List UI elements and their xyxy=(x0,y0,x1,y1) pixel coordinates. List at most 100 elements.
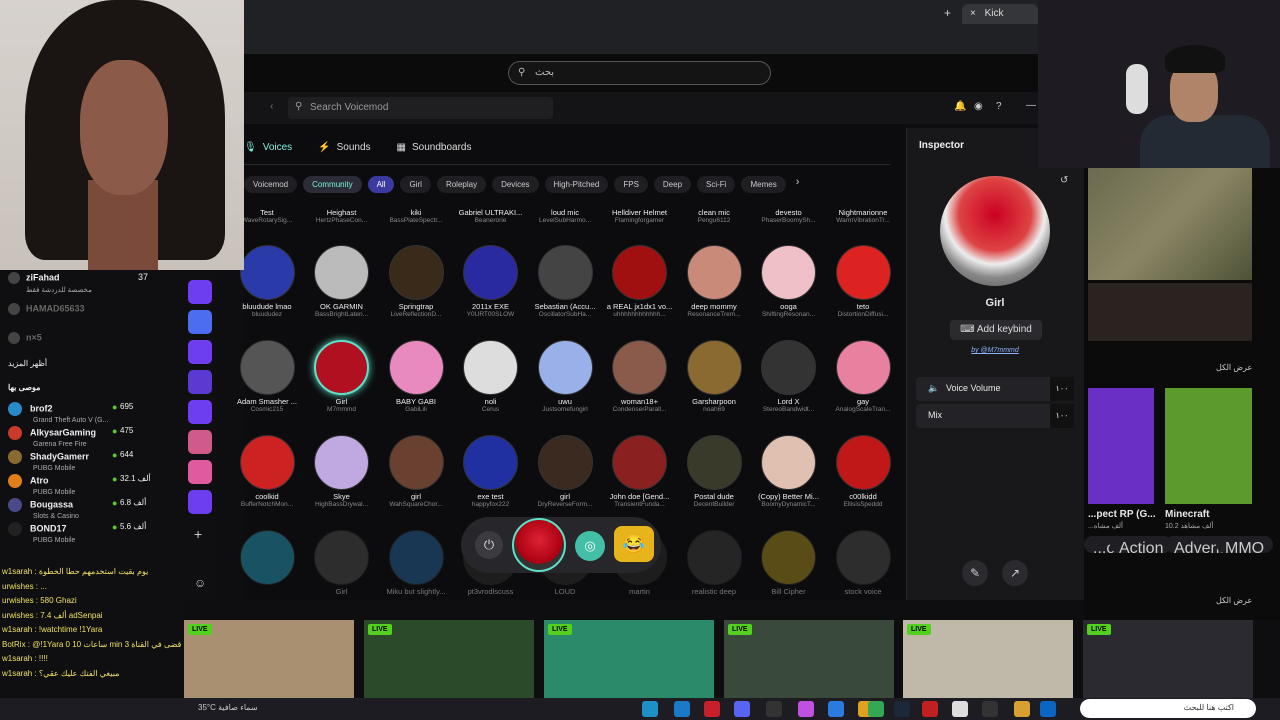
top-user-row[interactable]: n×5 xyxy=(8,332,42,344)
voice-card[interactable]: devesto PhaserBoomySh... xyxy=(752,208,826,224)
chevron-right-icon[interactable]: › xyxy=(792,176,800,194)
browser-tab-kick[interactable]: × Kick xyxy=(962,4,1038,24)
voice-card[interactable] xyxy=(230,530,304,587)
voice-card[interactable]: c00lkidd EllisisSpeddd xyxy=(826,435,900,508)
voice-card[interactable]: (Copy) Better Mi... BoomyDynamicT... xyxy=(752,435,826,508)
voice-card[interactable]: Girl M7mmmd xyxy=(305,340,379,413)
voice-card[interactable]: woman18+ CondenserParall... xyxy=(603,340,677,413)
voice-card[interactable]: Springtrap LiveReflectionD... xyxy=(379,245,453,318)
tab-soundboards[interactable]: ▦ Soundboards xyxy=(397,136,472,158)
voice-card[interactable]: 2011x EXE Y0URT00SLOW xyxy=(454,245,528,318)
followed-channel-icon[interactable] xyxy=(188,460,212,484)
filter-memes[interactable]: Memes xyxy=(741,176,786,193)
selected-voice-avatar[interactable] xyxy=(512,518,566,572)
voice-card[interactable]: teto DistortionDiffusi... xyxy=(826,245,900,318)
followed-channel-icon[interactable] xyxy=(188,490,212,514)
category-card-gta[interactable] xyxy=(1088,388,1154,504)
new-tab-button[interactable]: + xyxy=(944,6,951,20)
voice-card[interactable]: stock voice xyxy=(826,530,900,596)
tag-chip[interactable]: Action xyxy=(1110,536,1173,557)
voice-card[interactable]: Adam Smasher ... Cosmic215 xyxy=(230,340,304,413)
taskbar-app-icon[interactable] xyxy=(734,701,750,717)
voice-card[interactable]: uwu Justsomefungirl xyxy=(528,340,602,413)
voice-card[interactable]: deep mommy ResonanceTrem... xyxy=(677,245,751,318)
voice-card[interactable]: gay AnalogScaleTran... xyxy=(826,340,900,413)
live-stream-thumb[interactable]: LIVE xyxy=(903,620,1073,698)
taskbar-app-icon[interactable] xyxy=(828,701,844,717)
taskbar-app-icon[interactable] xyxy=(798,701,814,717)
filter-girl[interactable]: Girl xyxy=(400,176,431,193)
filter-all[interactable]: All xyxy=(367,176,395,193)
profile-icon[interactable]: ☺ xyxy=(194,576,206,590)
live-stream-thumb[interactable]: LIVE xyxy=(1083,620,1253,698)
voice-card[interactable]: coolkid BufferNotchMon... xyxy=(230,435,304,508)
filter-deep[interactable]: Deep xyxy=(653,176,692,193)
taskbar-app-icon[interactable] xyxy=(952,701,968,717)
live-stream-thumb[interactable]: LIVE xyxy=(364,620,534,698)
voice-card[interactable]: Nightmarionne WarmVibrationTr... xyxy=(826,208,900,224)
weather-widget[interactable]: 35°C سماء صافية xyxy=(198,703,258,712)
tab-close-icon[interactable]: × xyxy=(970,8,976,19)
followed-channel-icon[interactable] xyxy=(188,340,212,364)
help-icon[interactable]: ? xyxy=(996,101,1002,112)
taskbar-app-icon[interactable] xyxy=(1014,701,1030,717)
top-user-row[interactable]: ziFahad 37 xyxy=(8,272,148,284)
voice-card[interactable]: exe test happyfox222 xyxy=(454,435,528,508)
view-all-link[interactable]: عرض الكل xyxy=(1216,596,1252,605)
taskbar-app-icon[interactable] xyxy=(922,701,938,717)
streamer-thumb[interactable] xyxy=(1088,283,1252,341)
filter-roleplay[interactable]: Roleplay xyxy=(436,176,487,193)
taskbar-app-icon[interactable] xyxy=(868,701,884,717)
live-stream-thumb[interactable]: LIVE xyxy=(184,620,354,698)
voicemod-search-input[interactable]: ⚲ Search Voicemod xyxy=(288,97,553,119)
followed-channel-icon[interactable] xyxy=(188,430,212,454)
filter-fps[interactable]: FPS xyxy=(614,176,648,193)
voice-card[interactable]: BABY GABI GabiLili xyxy=(379,340,453,413)
view-all-link[interactable]: عرض الكل xyxy=(1216,363,1252,372)
voice-card[interactable]: John doe [Gend... TransientFunda... xyxy=(603,435,677,508)
voice-card[interactable]: clean mic Pengu6112 xyxy=(677,208,751,224)
followed-channel-icon[interactable] xyxy=(188,280,212,304)
voice-card[interactable]: Helldiver Helmet Flamingforgamer xyxy=(603,208,677,224)
voice-card[interactable]: OK GARMIN BassBrightLaten... xyxy=(305,245,379,318)
voice-card[interactable]: a REAL jx1dx1 vo... uhhhhhhhhhhhh... xyxy=(603,245,677,318)
taskbar-app-icon[interactable] xyxy=(766,701,782,717)
notification-icon[interactable]: 🔔 xyxy=(954,101,966,112)
taskbar-search[interactable]: اكتب هنا للبحث xyxy=(1080,699,1256,718)
taskbar-app-icon[interactable] xyxy=(674,701,690,717)
kick-search-input[interactable]: ⚲ بحث xyxy=(508,61,771,85)
voice-card[interactable]: Gabriel ULTRAKI... Beanerorie xyxy=(454,208,528,224)
live-stream-thumb[interactable]: LIVE xyxy=(724,620,894,698)
author-link[interactable]: by @M7mmmd xyxy=(906,347,1084,354)
mix-value[interactable]: ١٠٠ xyxy=(1050,404,1074,428)
voice-card[interactable]: ooga ShiftingResonan... xyxy=(752,245,826,318)
reset-icon[interactable]: ↺ xyxy=(1060,175,1068,186)
voice-card[interactable]: kiki BassPlateSpectr... xyxy=(379,208,453,224)
add-keybind-button[interactable]: ⌨ Add keybind xyxy=(950,320,1042,340)
filter-voicemod[interactable]: Voicemod xyxy=(244,176,298,193)
show-more[interactable]: أظهر المزيد xyxy=(8,358,47,368)
filter-high-pitched[interactable]: High-Pitched xyxy=(544,176,609,193)
volume-value[interactable]: ١٠٠ xyxy=(1050,377,1074,401)
voice-card[interactable]: Bill Cipher xyxy=(752,530,826,596)
tab-voices[interactable]: 🎙 Voices xyxy=(244,136,292,158)
voice-card[interactable]: loud mic LevelSubHarmo... xyxy=(528,208,602,224)
filter-community[interactable]: Community xyxy=(303,176,362,193)
taskbar-app-icon[interactable] xyxy=(894,701,910,717)
voice-card[interactable]: noli Cerus xyxy=(454,340,528,413)
voice-card[interactable]: realistic deep xyxy=(677,530,751,596)
taskbar-app-icon[interactable] xyxy=(642,701,658,717)
emoji-icon[interactable]: 😂 xyxy=(614,526,654,562)
taskbar-app-icon[interactable] xyxy=(982,701,998,717)
voice-card[interactable]: girl DryReverseForm... xyxy=(528,435,602,508)
share-icon[interactable]: ↗ xyxy=(1002,560,1028,586)
live-stream-thumb[interactable]: LIVE xyxy=(544,620,714,698)
power-icon[interactable]: ⏻ xyxy=(475,531,503,559)
voice-volume-row[interactable]: 🔈 Voice Volume ١٠٠ xyxy=(916,377,1074,401)
voice-card[interactable]: Lord X StereoBandwidt... xyxy=(752,340,826,413)
taskbar-app-icon[interactable] xyxy=(704,701,720,717)
voice-card[interactable]: Postal dude DecentBuilder xyxy=(677,435,751,508)
edit-icon[interactable]: ✎ xyxy=(962,560,988,586)
filter-devices[interactable]: Devices xyxy=(492,176,539,193)
category-card-minecraft[interactable] xyxy=(1165,388,1252,504)
